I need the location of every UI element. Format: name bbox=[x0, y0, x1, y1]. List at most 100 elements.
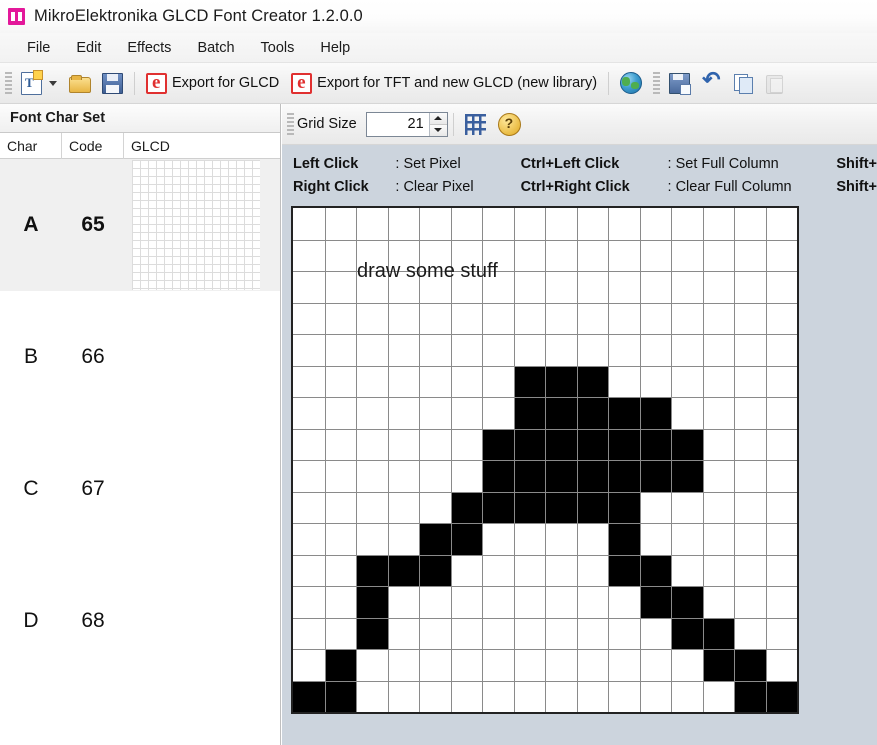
toggle-grid-button[interactable] bbox=[459, 108, 492, 141]
toolbar-grip-secondary[interactable] bbox=[653, 72, 661, 94]
pixel-cell-on[interactable] bbox=[419, 554, 451, 586]
pixel-cell-on[interactable] bbox=[734, 649, 766, 681]
undo-button[interactable] bbox=[696, 67, 728, 100]
undo-arrow-icon bbox=[702, 67, 722, 93]
pixel-grid[interactable] bbox=[293, 208, 797, 712]
pixel-cell-on[interactable] bbox=[576, 491, 608, 523]
panel-title: Font Char Set bbox=[0, 104, 280, 133]
hint-value-clear-column: : Clear Full Column bbox=[667, 178, 792, 195]
table-row[interactable]: B 66 bbox=[0, 291, 280, 423]
pixel-cell-on[interactable] bbox=[324, 649, 356, 681]
pixel-cell-on[interactable] bbox=[419, 523, 451, 555]
menu-item-tools[interactable]: Tools bbox=[248, 37, 308, 59]
app-icon bbox=[8, 8, 25, 25]
pixel-cell-on[interactable] bbox=[482, 460, 514, 492]
pixel-cell-on[interactable] bbox=[450, 491, 482, 523]
menu-item-file[interactable]: File bbox=[14, 37, 63, 59]
export-glcd-button[interactable]: Export for GLCD bbox=[140, 67, 285, 100]
pixel-cell-on[interactable] bbox=[608, 523, 640, 555]
pixel-cell-on[interactable] bbox=[765, 680, 797, 712]
pixel-cell-on[interactable] bbox=[576, 428, 608, 460]
pixel-cell-on[interactable] bbox=[513, 397, 545, 429]
pixel-cell-on[interactable] bbox=[293, 680, 325, 712]
pixel-cell-on[interactable] bbox=[671, 586, 703, 618]
pixel-cell-on[interactable] bbox=[545, 460, 577, 492]
menu-item-effects[interactable]: Effects bbox=[114, 37, 184, 59]
new-font-button[interactable] bbox=[15, 67, 63, 100]
pixel-cell-on[interactable] bbox=[356, 617, 388, 649]
pixel-cell-on[interactable] bbox=[482, 428, 514, 460]
pixel-cell-on[interactable] bbox=[482, 491, 514, 523]
pixel-cell-on[interactable] bbox=[513, 365, 545, 397]
pixel-cell-on[interactable] bbox=[450, 523, 482, 555]
grid-line-horizontal bbox=[293, 492, 797, 493]
pixel-cell-on[interactable] bbox=[671, 428, 703, 460]
pixel-cell-on[interactable] bbox=[545, 397, 577, 429]
pixel-cell-on[interactable] bbox=[608, 491, 640, 523]
pixel-cell-on[interactable] bbox=[545, 428, 577, 460]
pixel-cell-on[interactable] bbox=[734, 680, 766, 712]
grid-size-spin-buttons[interactable] bbox=[428, 112, 447, 136]
pixel-cell-on[interactable] bbox=[576, 365, 608, 397]
pixel-cell-on[interactable] bbox=[702, 649, 734, 681]
open-button[interactable] bbox=[63, 67, 96, 100]
pixel-cell-on[interactable] bbox=[356, 554, 388, 586]
grid-line-horizontal bbox=[293, 429, 797, 430]
pixel-cell-on[interactable] bbox=[608, 428, 640, 460]
pixel-cell-on[interactable] bbox=[639, 397, 671, 429]
font-char-set-panel: Font Char Set Char Code GLCD A 65 B 66 C… bbox=[0, 104, 281, 745]
column-header-glcd: GLCD bbox=[131, 138, 170, 154]
pixel-canvas[interactable]: draw some stuff bbox=[291, 206, 799, 714]
pixel-cell-on[interactable] bbox=[576, 460, 608, 492]
new-document-icon bbox=[21, 69, 43, 95]
export-tft-label: Export for TFT and new GLCD (new library… bbox=[317, 75, 598, 91]
pixel-cell-on[interactable] bbox=[639, 554, 671, 586]
pixel-cell-on[interactable] bbox=[576, 397, 608, 429]
chevron-down-icon[interactable] bbox=[49, 80, 57, 86]
pixel-cell-on[interactable] bbox=[545, 365, 577, 397]
pixel-cell-on[interactable] bbox=[639, 460, 671, 492]
pixel-cell-on[interactable] bbox=[608, 460, 640, 492]
export-tft-button[interactable]: Export for TFT and new GLCD (new library… bbox=[285, 67, 603, 100]
pixel-cell-on[interactable] bbox=[608, 554, 640, 586]
help-button[interactable] bbox=[492, 108, 527, 141]
pixel-cell-on[interactable] bbox=[608, 397, 640, 429]
pixel-cell-on[interactable] bbox=[639, 586, 671, 618]
pixel-cell-on[interactable] bbox=[513, 460, 545, 492]
menu-bar: File Edit Effects Batch Tools Help bbox=[0, 33, 877, 63]
triangle-down-icon bbox=[434, 128, 443, 132]
export-e-icon bbox=[146, 72, 167, 94]
pixel-cell-on[interactable] bbox=[513, 428, 545, 460]
table-row[interactable]: C 67 bbox=[0, 423, 280, 555]
pixel-cell-on[interactable] bbox=[513, 491, 545, 523]
pixel-cell-on[interactable] bbox=[324, 680, 356, 712]
pixel-cell-on[interactable] bbox=[356, 586, 388, 618]
table-row[interactable]: A 65 bbox=[0, 159, 280, 291]
table-row[interactable]: D 68 bbox=[0, 555, 280, 687]
save-button[interactable] bbox=[96, 67, 129, 100]
cell-code: 66 bbox=[81, 345, 105, 368]
toolbar-grip[interactable] bbox=[5, 72, 12, 94]
pixel-cell-on[interactable] bbox=[702, 617, 734, 649]
grid-toolbar-grip[interactable] bbox=[287, 113, 294, 135]
editor-pane: Grid Size Left Click : Set Pixel Ctrl+Le… bbox=[282, 104, 877, 745]
pixel-cell-on[interactable] bbox=[639, 428, 671, 460]
menu-item-help[interactable]: Help bbox=[307, 37, 363, 59]
grid-size-stepper[interactable] bbox=[365, 111, 448, 137]
spin-down-button[interactable] bbox=[429, 123, 447, 136]
copy-button[interactable] bbox=[728, 67, 759, 100]
pixel-cell-on[interactable] bbox=[545, 491, 577, 523]
pixel-cell-on[interactable] bbox=[387, 554, 419, 586]
menu-item-edit[interactable]: Edit bbox=[63, 37, 114, 59]
pixel-cell-on[interactable] bbox=[671, 617, 703, 649]
save-all-button[interactable] bbox=[663, 67, 696, 100]
toolbar-separator bbox=[608, 71, 610, 95]
save-all-icon bbox=[669, 72, 692, 95]
grid-size-input[interactable] bbox=[366, 112, 429, 136]
menu-item-batch[interactable]: Batch bbox=[184, 37, 247, 59]
pixel-cell-on[interactable] bbox=[671, 460, 703, 492]
grid-line-horizontal bbox=[293, 649, 797, 650]
web-button[interactable] bbox=[614, 67, 648, 100]
spin-up-button[interactable] bbox=[429, 112, 447, 124]
grid-icon bbox=[464, 113, 486, 135]
